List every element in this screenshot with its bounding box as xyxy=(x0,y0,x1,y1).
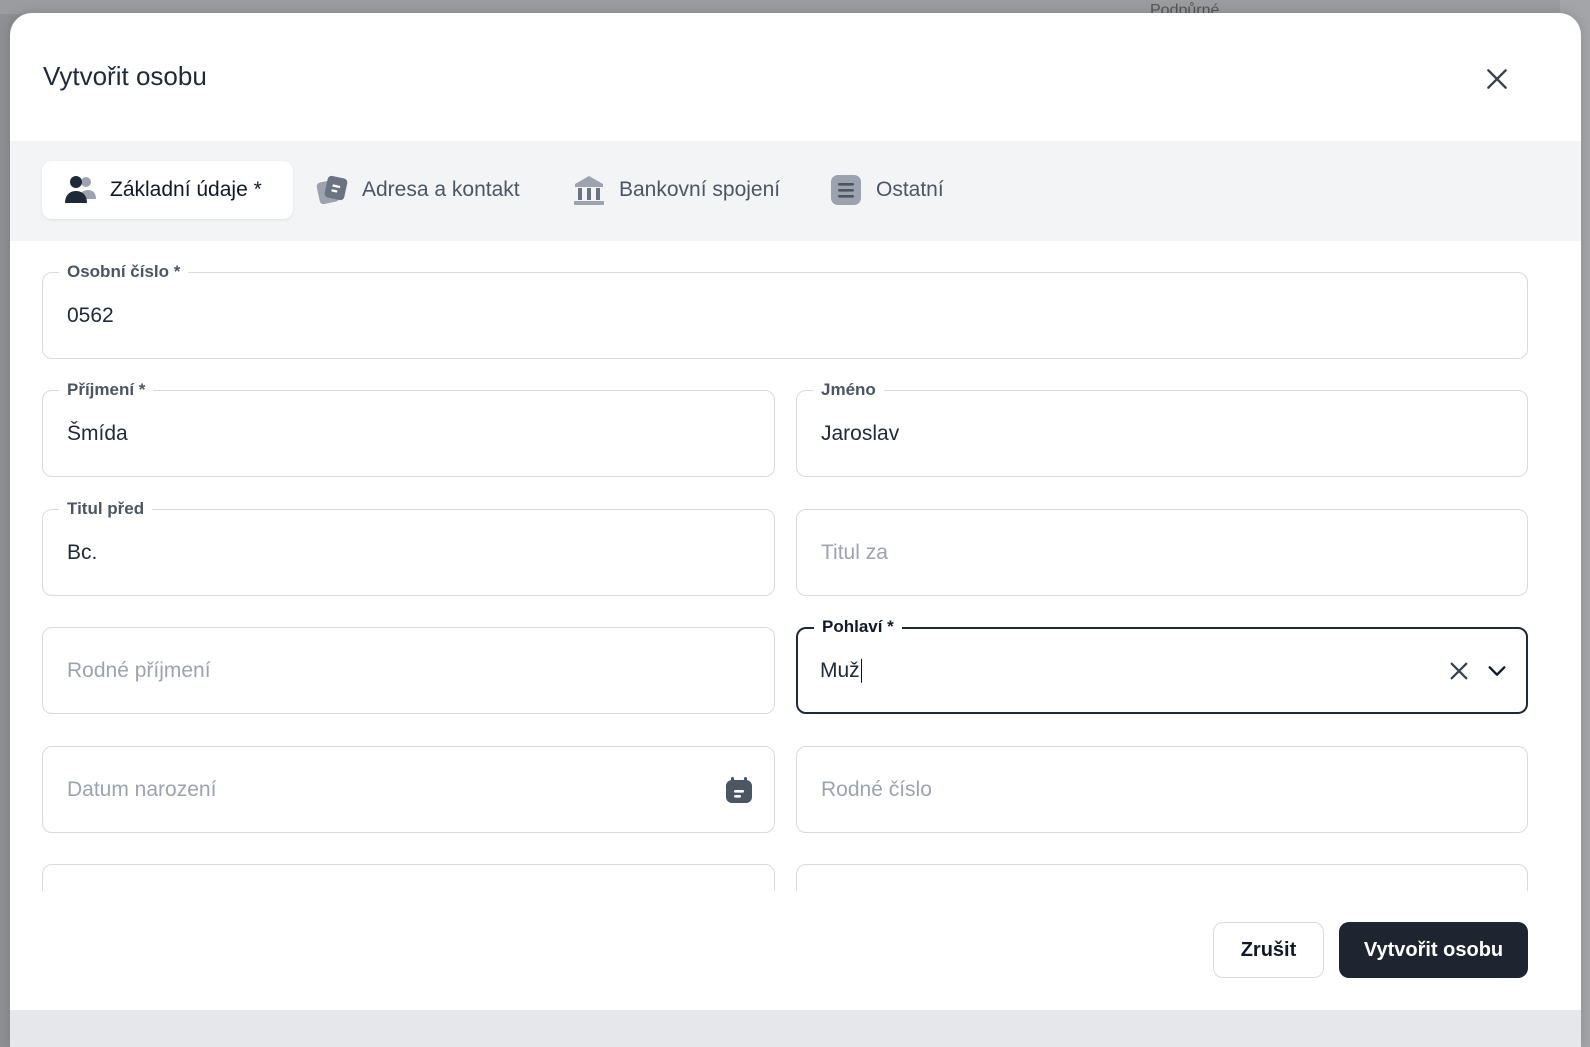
field-placeholder: Titul za xyxy=(821,540,888,564)
dialog-bottom-edge xyxy=(10,1010,1581,1047)
birth-date-field[interactable]: Datum narození xyxy=(42,746,775,833)
contact-card-icon xyxy=(314,172,350,208)
birth-number-field[interactable]: Rodné číslo xyxy=(796,746,1528,833)
close-button[interactable] xyxy=(1477,59,1517,99)
title-after-field[interactable]: Titul za xyxy=(796,509,1528,596)
field-placeholder: Rodné číslo xyxy=(821,777,932,801)
tab-address-contact[interactable]: Adresa a kontakt xyxy=(314,161,554,219)
field-label: Osobní číslo * xyxy=(59,261,189,283)
dialog-header: Vytvořit osobu xyxy=(10,13,1581,141)
field-placeholder: Datum narození xyxy=(67,777,217,801)
tab-label: Bankovní spojení xyxy=(619,178,781,201)
field-value: 0562 xyxy=(67,303,114,327)
calendar-icon xyxy=(726,776,752,803)
create-person-button[interactable]: Vytvořit osobu xyxy=(1339,922,1528,978)
dropdown-toggle[interactable] xyxy=(1482,656,1512,686)
tab-label: Adresa a kontakt xyxy=(362,178,520,201)
date-picker-button[interactable] xyxy=(723,774,755,806)
field-value: Šmída xyxy=(67,421,128,445)
personal-number-field[interactable]: Osobní číslo * 0562 xyxy=(42,261,1528,359)
first-name-field[interactable]: Jméno Jaroslav xyxy=(796,379,1528,477)
field-label: Jméno xyxy=(813,379,884,401)
field-value: Jaroslav xyxy=(821,421,900,445)
chevron-down-icon xyxy=(1488,665,1506,676)
close-icon xyxy=(1487,69,1507,89)
tab-bar: Základní údaje * Adresa a kontakt Bankov… xyxy=(10,141,1581,241)
tab-bank-details[interactable]: Bankovní spojení xyxy=(571,161,811,219)
title-before-field[interactable]: Titul před Bc. xyxy=(42,498,775,596)
gender-select[interactable]: Pohlaví * Muž xyxy=(796,616,1528,714)
cancel-button[interactable]: Zrušit xyxy=(1213,922,1324,978)
background-overlay xyxy=(0,0,1590,14)
list-icon xyxy=(828,172,864,208)
clear-button[interactable] xyxy=(1444,656,1474,686)
clear-icon xyxy=(1450,662,1468,679)
dialog-title: Vytvořit osobu xyxy=(43,61,207,91)
tab-label: Ostatní xyxy=(876,178,944,201)
field-label: Titul před xyxy=(59,498,153,520)
field-placeholder: Rodné příjmení xyxy=(67,658,211,682)
tab-label: Základní údaje * xyxy=(110,178,262,201)
maiden-name-field[interactable]: Rodné příjmení xyxy=(42,627,775,714)
surname-field[interactable]: Příjmení * Šmída xyxy=(42,379,775,477)
tab-other[interactable]: Ostatní xyxy=(828,161,968,219)
tab-basic-info[interactable]: Základní údaje * xyxy=(42,161,293,219)
field-label: Pohlaví * xyxy=(814,616,902,638)
user-icon xyxy=(62,172,98,208)
field-label: Příjmení * xyxy=(59,379,154,401)
field-value: Bc. xyxy=(67,540,98,564)
bank-icon xyxy=(571,172,607,208)
field-value: Muž xyxy=(820,658,863,683)
create-person-dialog: Vytvořit osobu Základní údaje * Adresa a… xyxy=(10,13,1581,1047)
